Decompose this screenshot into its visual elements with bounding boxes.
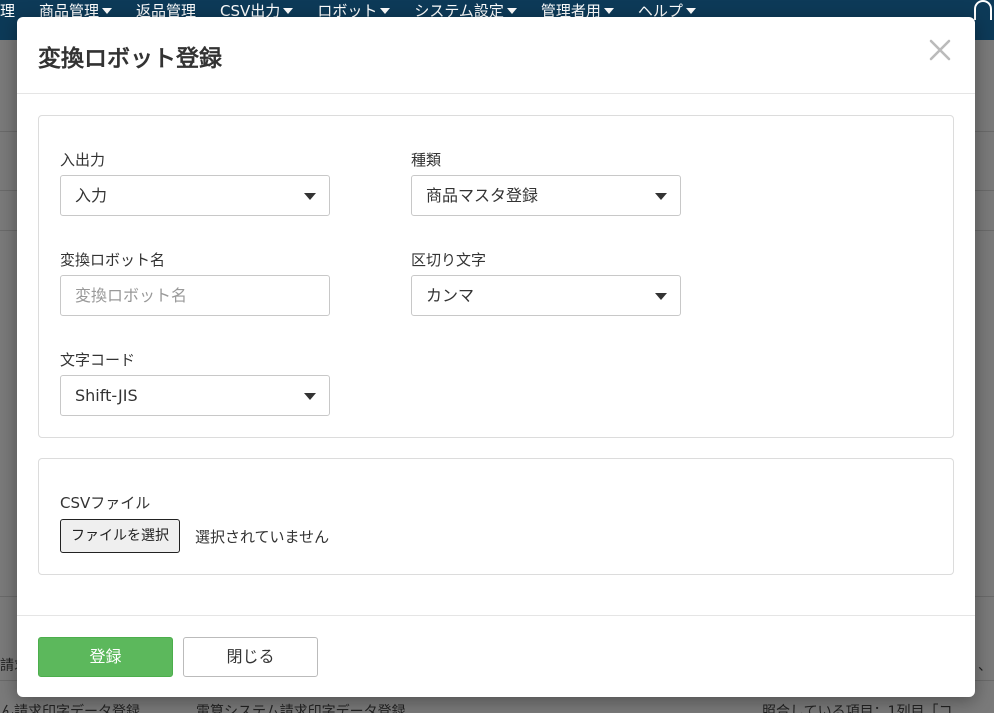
- choose-file-button[interactable]: ファイルを選択: [60, 519, 180, 553]
- background-cell: ん請求印字データ登録: [0, 704, 140, 713]
- kind-select-value: 商品マスタ登録: [426, 186, 539, 205]
- settings-panel: 入出力 入力 種類 商品マスタ登録 変換ロボット名 区切り文字 カンマ 文字コー…: [38, 115, 954, 438]
- charset-select[interactable]: Shift-JIS: [60, 375, 330, 416]
- io-label: 入出力: [60, 151, 106, 169]
- delimiter-select[interactable]: カンマ: [411, 275, 681, 316]
- close-button[interactable]: 閉じる: [183, 637, 318, 677]
- csv-panel: CSVファイル ファイルを選択 選択されていません: [38, 458, 954, 575]
- register-button[interactable]: 登録: [38, 637, 173, 677]
- background-row-text: 、: [978, 658, 992, 674]
- kind-label: 種類: [411, 151, 442, 169]
- robot-name-label: 変換ロボット名: [60, 251, 166, 269]
- caret-down-icon: [655, 293, 667, 300]
- modal-header: 変換ロボット登録: [17, 17, 975, 94]
- file-status-text: 選択されていません: [195, 528, 330, 546]
- caret-down-icon: [102, 8, 113, 14]
- delimiter-select-value: カンマ: [426, 286, 475, 305]
- csv-file-label: CSVファイル: [60, 494, 151, 512]
- charset-select-value: Shift-JIS: [75, 386, 138, 405]
- caret-down-icon: [304, 193, 316, 200]
- robot-name-input[interactable]: [60, 275, 330, 316]
- close-icon[interactable]: [929, 39, 951, 61]
- modal-footer: 登録 閉じる: [17, 615, 975, 697]
- caret-down-icon: [304, 393, 316, 400]
- caret-down-icon: [283, 8, 294, 14]
- caret-down-icon: [380, 8, 391, 14]
- io-select-value: 入力: [75, 186, 108, 205]
- charset-label: 文字コード: [60, 351, 136, 369]
- nav-item-label: 理: [0, 2, 16, 20]
- caret-down-icon: [603, 8, 614, 14]
- delimiter-label: 区切り文字: [411, 251, 487, 269]
- background-cell: 照合している項目：1列目「コ: [762, 704, 953, 713]
- io-select[interactable]: 入力: [60, 175, 330, 216]
- bell-icon[interactable]: [974, 0, 992, 20]
- caret-down-icon: [655, 193, 667, 200]
- kind-select[interactable]: 商品マスタ登録: [411, 175, 681, 216]
- modal-title: 変換ロボット登録: [38, 46, 222, 72]
- background-cell: 電算システム請求印字データ登録: [196, 704, 406, 713]
- register-robot-modal: 変換ロボット登録 入出力 入力 種類 商品マスタ登録 変換ロボット名 区切り文字…: [17, 17, 975, 697]
- caret-down-icon: [685, 8, 696, 14]
- caret-down-icon: [506, 8, 517, 14]
